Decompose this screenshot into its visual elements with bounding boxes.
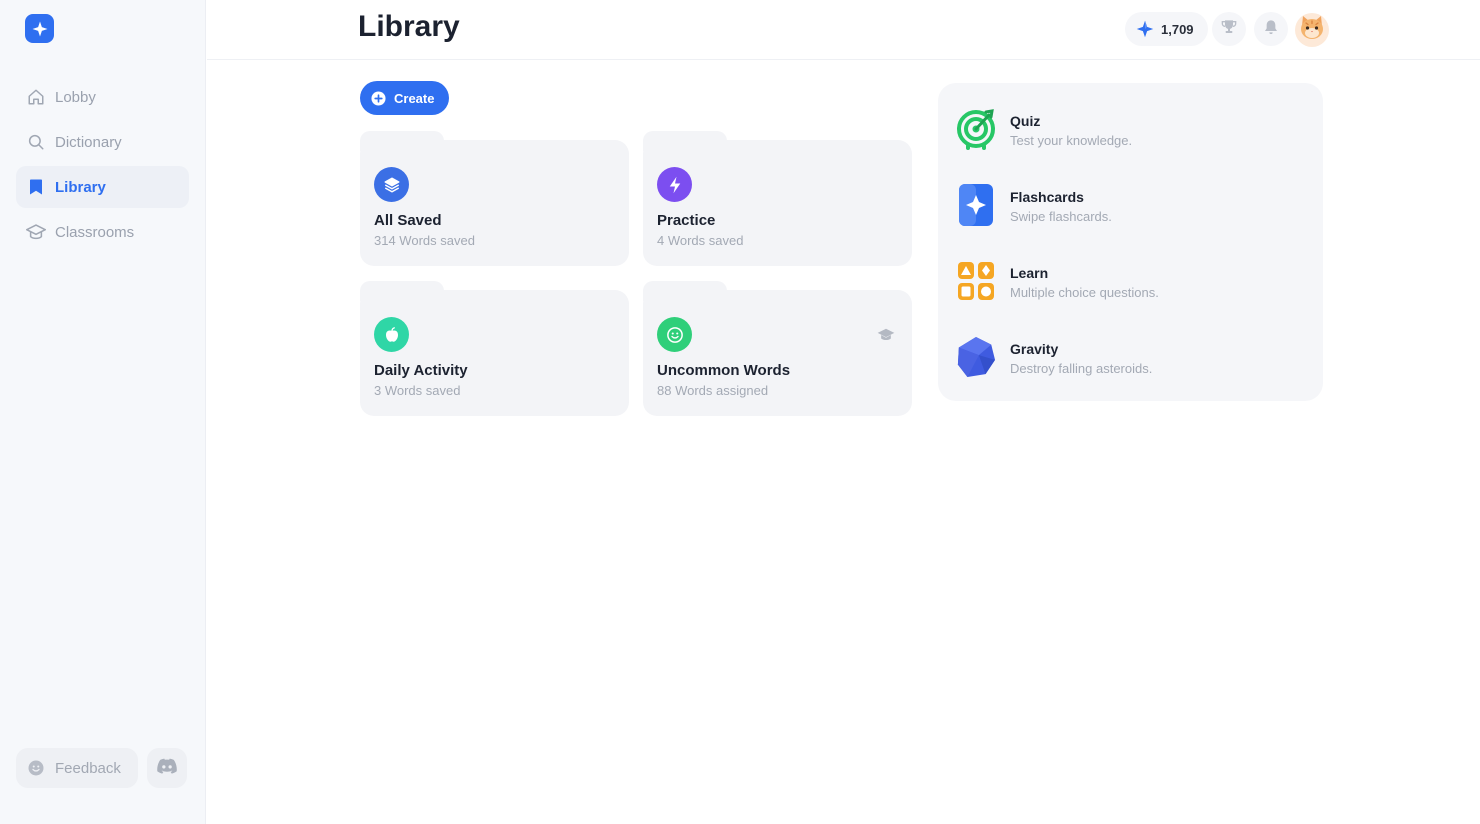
game-description: Destroy falling asteroids. <box>1010 361 1153 376</box>
game-name: Learn <box>1010 265 1049 281</box>
trophy-button[interactable] <box>1212 12 1246 46</box>
sparkle-logo-icon[interactable] <box>25 14 54 43</box>
folder-name: Uncommon Words <box>657 362 791 379</box>
sidebar-nav: Lobby Dictionary Library Classrooms <box>16 76 189 256</box>
apple-icon <box>374 317 409 352</box>
gem-icon <box>1135 19 1155 39</box>
create-label: Create <box>394 90 435 106</box>
feedback-button[interactable]: Feedback <box>16 748 138 788</box>
folder-practice[interactable]: Practice 4 Words saved <box>643 131 912 266</box>
home-icon <box>26 87 46 107</box>
create-button[interactable]: Create <box>360 81 449 115</box>
shapes-grid-icon <box>956 259 996 303</box>
games-panel: Quiz Test your knowledge. Flashcards Swi… <box>938 83 1323 401</box>
sidebar-item-classrooms[interactable]: Classrooms <box>16 211 189 253</box>
top-header: Library 1,709 <box>207 0 1480 60</box>
sidebar-item-lobby[interactable]: Lobby <box>16 76 189 118</box>
sidebar-item-label: Dictionary <box>55 133 122 151</box>
folder-name: Practice <box>657 212 716 229</box>
folder-count: 3 Words saved <box>374 383 461 398</box>
target-icon <box>956 107 996 151</box>
trophy-icon <box>1221 19 1237 40</box>
folder-name: All Saved <box>374 212 442 229</box>
game-name: Gravity <box>1010 341 1059 357</box>
folder-daily-activity[interactable]: Daily Activity 3 Words saved <box>360 281 629 416</box>
discord-icon <box>157 758 177 779</box>
game-quiz[interactable]: Quiz Test your knowledge. <box>956 103 1306 163</box>
sidebar-item-label: Classrooms <box>55 223 135 241</box>
graduation-cap-icon <box>876 325 896 345</box>
game-name: Flashcards <box>1010 189 1084 205</box>
sidebar-item-dictionary[interactable]: Dictionary <box>16 121 189 163</box>
asteroid-icon <box>956 335 996 379</box>
main-content: Library 1,709 Create All Saved 314 Words… <box>207 0 1480 824</box>
sidebar: Lobby Dictionary Library Classrooms Feed… <box>0 0 206 824</box>
folder-all-saved[interactable]: All Saved 314 Words saved <box>360 131 629 266</box>
folder-count: 88 Words assigned <box>657 383 769 398</box>
smiley-icon <box>657 317 692 352</box>
sidebar-item-label: Library <box>55 178 106 196</box>
game-description: Test your knowledge. <box>1010 133 1133 148</box>
graduation-cap-icon <box>26 222 46 242</box>
game-description: Swipe flashcards. <box>1010 209 1112 224</box>
lightning-icon <box>657 167 692 202</box>
game-description: Multiple choice questions. <box>1010 285 1159 300</box>
folder-uncommon-words[interactable]: Uncommon Words 88 Words assigned <box>643 281 912 416</box>
gems-counter[interactable]: 1,709 <box>1125 12 1208 46</box>
cat-avatar-icon <box>1296 13 1328 47</box>
folder-count: 4 Words saved <box>657 233 744 248</box>
search-icon <box>26 132 46 152</box>
feedback-label: Feedback <box>55 759 121 777</box>
discord-button[interactable] <box>147 748 187 788</box>
sidebar-item-library[interactable]: Library <box>16 166 189 208</box>
flashcard-icon <box>956 183 996 227</box>
folder-name: Daily Activity <box>374 362 468 379</box>
game-learn[interactable]: Learn Multiple choice questions. <box>956 255 1306 315</box>
notifications-button[interactable] <box>1254 12 1288 46</box>
gems-count: 1,709 <box>1161 21 1194 37</box>
smiley-icon <box>26 758 46 778</box>
user-avatar[interactable] <box>1295 13 1329 47</box>
plus-circle-icon <box>371 90 386 106</box>
game-gravity[interactable]: Gravity Destroy falling asteroids. <box>956 331 1306 391</box>
sidebar-item-label: Lobby <box>55 88 96 106</box>
bell-icon <box>1263 19 1279 40</box>
bookmark-icon <box>26 177 46 197</box>
game-flashcards[interactable]: Flashcards Swipe flashcards. <box>956 179 1306 239</box>
folder-count: 314 Words saved <box>374 233 475 248</box>
stack-icon <box>374 167 409 202</box>
page-title: Library <box>358 10 460 43</box>
game-name: Quiz <box>1010 113 1041 129</box>
